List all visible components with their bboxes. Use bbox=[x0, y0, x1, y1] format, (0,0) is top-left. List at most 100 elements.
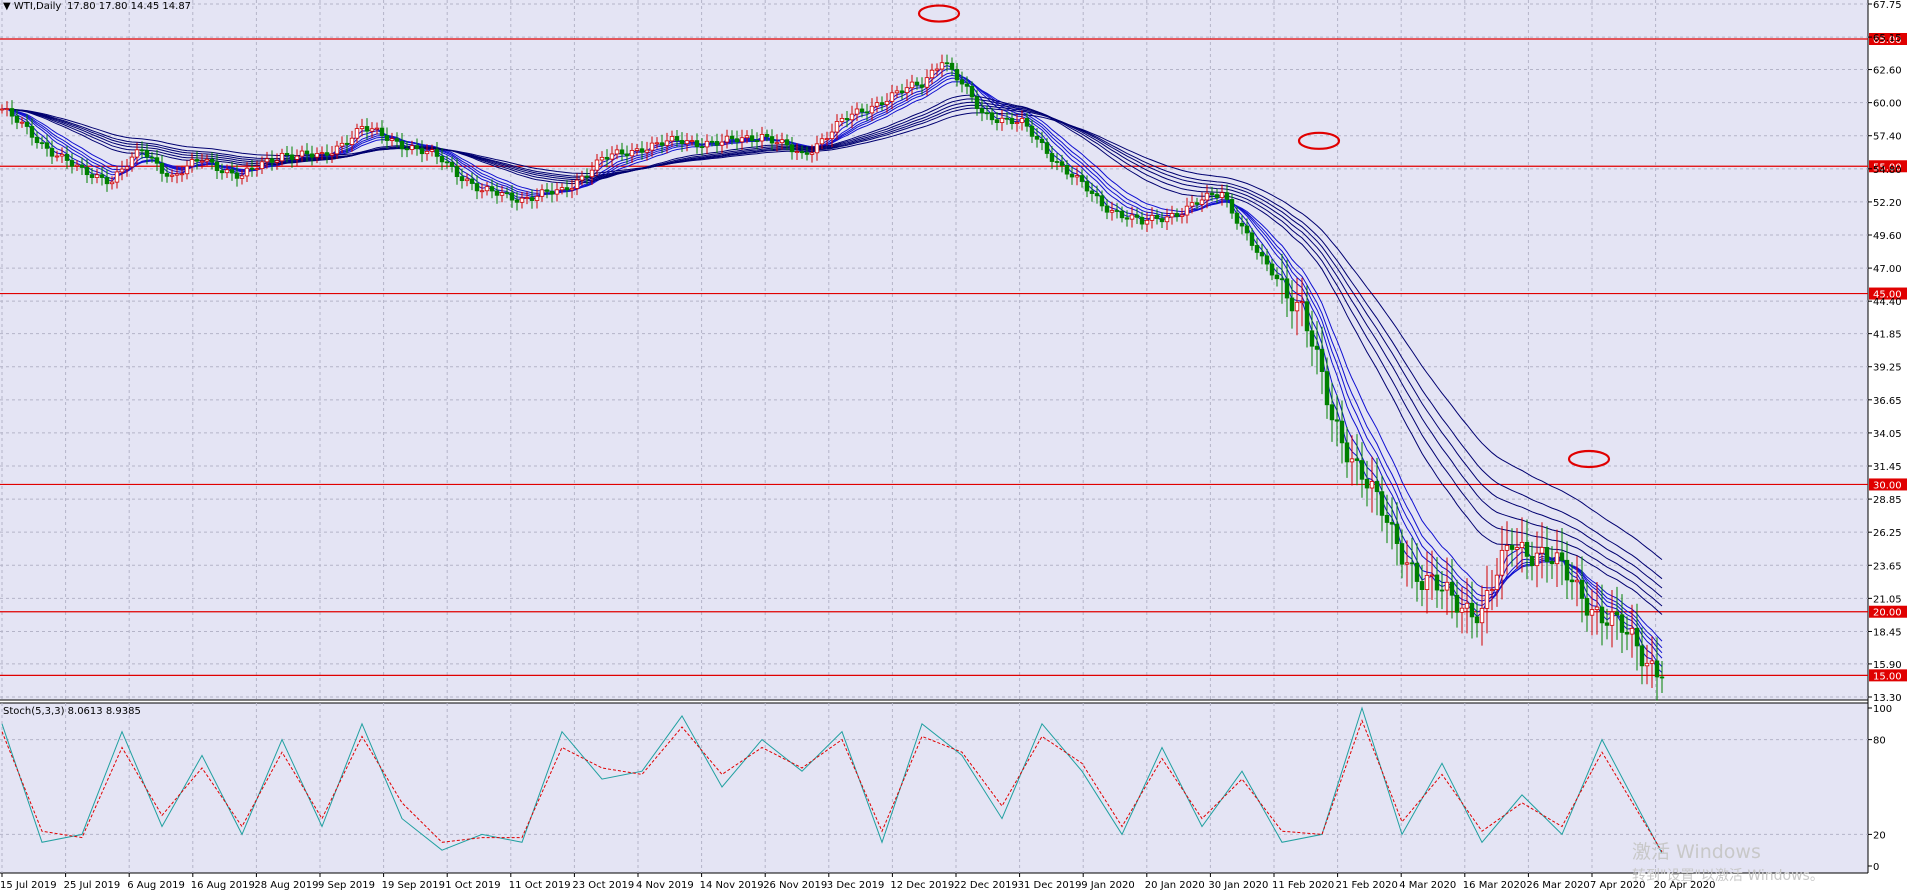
candle-body-255 bbox=[1274, 274, 1280, 280]
xtick-label-7: 1 Oct 2019 bbox=[445, 880, 500, 891]
candle-body-37 bbox=[184, 165, 190, 175]
xtick-label-19: 30 Jan 2020 bbox=[1208, 880, 1268, 891]
candle-body-82 bbox=[409, 145, 415, 150]
candle-body-277 bbox=[1384, 514, 1390, 523]
candle-body-243 bbox=[1214, 194, 1220, 198]
candle-body-278 bbox=[1389, 522, 1395, 525]
candle-body-164 bbox=[819, 138, 825, 145]
candle-body-276 bbox=[1379, 491, 1385, 516]
candle-body-88 bbox=[439, 156, 445, 163]
candle-body-36 bbox=[179, 173, 185, 176]
candle-body-101 bbox=[504, 192, 510, 195]
candle-body-9 bbox=[44, 142, 50, 149]
ytick-label-16: 26.25 bbox=[1873, 528, 1902, 539]
candle-body-58 bbox=[289, 154, 295, 160]
candle-body-122 bbox=[609, 153, 615, 160]
candle-body-292 bbox=[1459, 607, 1465, 613]
candle-body-123 bbox=[614, 149, 620, 155]
candle-body-62 bbox=[309, 153, 315, 158]
candle-body-71 bbox=[354, 128, 360, 139]
xtick-label-14: 12 Dec 2019 bbox=[890, 880, 954, 891]
candle-body-318 bbox=[1589, 609, 1595, 616]
candle-body-84 bbox=[419, 148, 425, 155]
ytick-label-1: 65.15 bbox=[1873, 33, 1902, 44]
candle-body-267 bbox=[1334, 419, 1340, 422]
candle-body-232 bbox=[1159, 218, 1165, 223]
candle-body-227 bbox=[1134, 214, 1140, 218]
candle-body-205 bbox=[1024, 118, 1030, 127]
ytick-label-21: 13.30 bbox=[1873, 693, 1902, 704]
candle-body-319 bbox=[1594, 606, 1600, 610]
candle-body-73 bbox=[364, 126, 370, 132]
xtick-label-8: 11 Oct 2019 bbox=[509, 880, 571, 891]
candle-body-332 bbox=[1659, 676, 1665, 679]
candle-body-159 bbox=[794, 151, 800, 153]
candle-body-139 bbox=[694, 140, 700, 147]
xtick-label-15: 22 Dec 2019 bbox=[954, 880, 1018, 891]
candle-body-280 bbox=[1399, 543, 1405, 565]
candle-body-263 bbox=[1314, 345, 1320, 350]
candle-body-234 bbox=[1169, 213, 1175, 218]
candle-body-115 bbox=[574, 179, 580, 189]
candle-body-20 bbox=[99, 174, 105, 178]
candle-body-213 bbox=[1064, 165, 1070, 175]
candle-body-129 bbox=[644, 149, 650, 153]
candle-body-196 bbox=[979, 108, 985, 114]
ytick-label-4: 57.40 bbox=[1873, 132, 1902, 143]
ytick-label-5: 54.80 bbox=[1873, 165, 1902, 176]
chart-header-ohlc: 17.80 17.80 14.45 14.87 bbox=[67, 1, 191, 12]
candle-body-133 bbox=[664, 140, 670, 146]
candle-body-105 bbox=[524, 197, 530, 199]
candle-body-252 bbox=[1259, 252, 1265, 257]
candle-body-35 bbox=[174, 173, 180, 176]
candle-body-16 bbox=[79, 164, 85, 168]
candle-body-69 bbox=[344, 142, 350, 145]
candle-body-166 bbox=[829, 131, 835, 140]
candle-body-220 bbox=[1099, 195, 1105, 207]
candle-body-28 bbox=[139, 149, 145, 152]
candle-body-188 bbox=[939, 62, 945, 70]
candle-body-120 bbox=[599, 156, 605, 161]
candle-body-237 bbox=[1184, 205, 1190, 216]
candle-body-201 bbox=[1004, 117, 1010, 120]
candle-body-85 bbox=[424, 151, 430, 155]
candle-body-99 bbox=[494, 190, 500, 196]
candle-body-125 bbox=[624, 153, 630, 157]
candle-body-272 bbox=[1359, 460, 1365, 480]
candle-body-2 bbox=[9, 108, 15, 117]
candle-body-48 bbox=[239, 175, 245, 179]
candle-body-172 bbox=[859, 108, 865, 113]
ytick-label-10: 41.85 bbox=[1873, 330, 1902, 341]
candle-body-42 bbox=[209, 158, 215, 163]
xtick-label-10: 4 Nov 2019 bbox=[636, 880, 694, 891]
candle-body-66 bbox=[329, 153, 335, 156]
candle-body-300 bbox=[1499, 549, 1505, 576]
candle-body-322 bbox=[1609, 611, 1615, 626]
candle-body-309 bbox=[1544, 546, 1550, 562]
candle-body-329 bbox=[1644, 662, 1650, 667]
candle-body-200 bbox=[999, 117, 1005, 123]
ytick-label-13: 34.05 bbox=[1873, 429, 1902, 440]
candle-body-135 bbox=[674, 136, 680, 141]
candle-body-282 bbox=[1409, 562, 1415, 565]
candle-body-27 bbox=[134, 149, 140, 158]
chart-svg[interactable]: 65.0055.0045.0030.0020.0015.00 67.7565.1… bbox=[0, 0, 1909, 893]
candle-body-148 bbox=[739, 137, 745, 143]
candle-body-17 bbox=[84, 167, 90, 176]
candle-body-193 bbox=[964, 83, 970, 87]
candle-body-4 bbox=[19, 121, 25, 124]
candle-body-50 bbox=[249, 167, 255, 170]
candle-body-222 bbox=[1109, 210, 1115, 213]
candle-body-211 bbox=[1054, 161, 1060, 163]
candle-body-328 bbox=[1639, 645, 1645, 667]
candle-body-184 bbox=[919, 84, 925, 88]
candle-body-13 bbox=[64, 153, 70, 161]
candle-body-187 bbox=[934, 68, 940, 71]
candle-body-251 bbox=[1254, 245, 1260, 253]
candle-body-290 bbox=[1449, 581, 1455, 596]
candle-body-326 bbox=[1629, 627, 1635, 635]
candle-body-49 bbox=[244, 167, 250, 177]
xtick-label-24: 26 Mar 2020 bbox=[1526, 880, 1589, 891]
candle-body-244 bbox=[1219, 192, 1225, 198]
candle-body-98 bbox=[489, 186, 495, 192]
